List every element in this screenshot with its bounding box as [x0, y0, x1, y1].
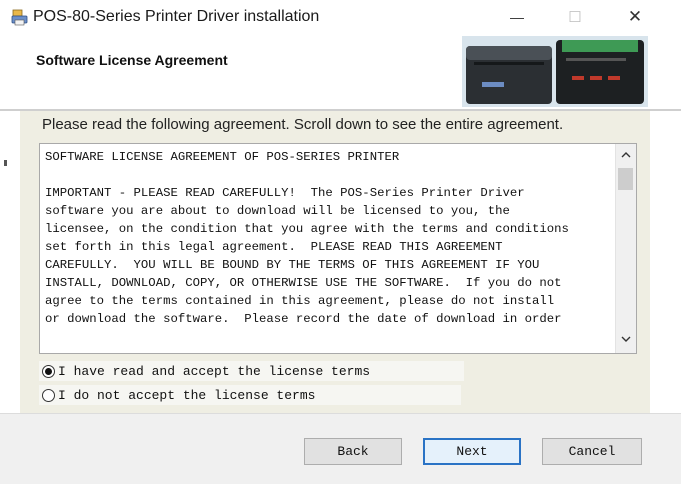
- edge-mark: [4, 160, 7, 166]
- minimize-icon: —: [510, 9, 524, 25]
- installer-app-icon: [11, 9, 28, 26]
- close-button[interactable]: ✕: [612, 0, 658, 34]
- instruction-text: Please read the following agreement. Scr…: [42, 116, 564, 133]
- printer-photos-image: [462, 36, 648, 107]
- decline-terms-option[interactable]: I do not accept the license terms: [39, 385, 461, 405]
- next-button[interactable]: Next: [423, 438, 521, 465]
- decline-terms-label[interactable]: I do not accept the license terms: [58, 388, 315, 403]
- page-header: Software License Agreement: [0, 34, 681, 109]
- minimize-button[interactable]: —: [494, 0, 540, 34]
- decline-terms-radio[interactable]: [42, 388, 55, 402]
- maximize-icon: ☐: [568, 9, 582, 26]
- chevron-down-icon: [621, 336, 631, 342]
- accept-terms-label[interactable]: I have read and accept the license terms: [58, 364, 370, 379]
- chevron-up-icon: [621, 151, 631, 157]
- accept-terms-option[interactable]: I have read and accept the license terms: [39, 361, 464, 381]
- maximize-button[interactable]: ☐: [552, 0, 598, 34]
- radio-selected-dot: [45, 367, 52, 375]
- scroll-thumb[interactable]: [618, 168, 633, 190]
- scroll-up-button[interactable]: [616, 146, 636, 162]
- title-bar[interactable]: POS-80-Series Printer Driver installatio…: [0, 0, 681, 34]
- license-textarea[interactable]: SOFTWARE LICENSE AGREEMENT OF POS-SERIES…: [39, 143, 637, 354]
- cancel-button[interactable]: Cancel: [542, 438, 642, 465]
- license-text: SOFTWARE LICENSE AGREEMENT OF POS-SERIES…: [45, 150, 569, 326]
- back-button[interactable]: Back: [304, 438, 402, 465]
- license-scrollbar[interactable]: [615, 144, 636, 353]
- window-title: POS-80-Series Printer Driver installatio…: [33, 8, 320, 25]
- accept-terms-radio[interactable]: [42, 364, 55, 378]
- installer-window: POS-80-Series Printer Driver installatio…: [0, 0, 681, 484]
- scroll-down-button[interactable]: [616, 331, 636, 347]
- page-title: Software License Agreement: [36, 52, 228, 68]
- close-icon: ✕: [627, 7, 643, 26]
